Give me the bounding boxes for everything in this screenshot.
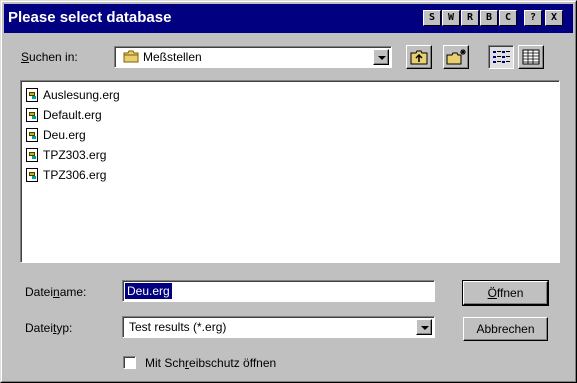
open-file-dialog: Please select database S W R B C ? X Suc… bbox=[0, 0, 577, 383]
w-button[interactable]: W bbox=[442, 10, 460, 26]
readonly-checkbox-label: Mit Schreibschutz öffnen bbox=[145, 356, 277, 370]
file-icon bbox=[26, 168, 38, 182]
title-bar: Please select database S W R B C ? X bbox=[4, 4, 573, 33]
look-in-value: Meßstellen bbox=[143, 50, 202, 64]
look-in-dropdown[interactable]: Meßstellen bbox=[114, 46, 392, 68]
help-button[interactable]: ? bbox=[524, 10, 542, 26]
filename-input[interactable]: Deu.erg bbox=[122, 280, 435, 302]
open-button[interactable]: Öffnen bbox=[462, 280, 549, 306]
cancel-button[interactable]: Abbrechen bbox=[463, 317, 548, 341]
dialog-title: Please select database bbox=[8, 9, 172, 26]
file-icon bbox=[26, 128, 38, 142]
readonly-checkbox[interactable] bbox=[123, 356, 136, 369]
file-icon bbox=[26, 108, 38, 122]
folder-icon bbox=[123, 50, 139, 63]
open-button-label: Öffnen bbox=[487, 286, 524, 300]
file-icon bbox=[26, 148, 38, 162]
up-folder-icon bbox=[410, 50, 428, 65]
filetype-dropdown[interactable]: Test results (*.erg) bbox=[122, 316, 435, 338]
list-view-icon bbox=[493, 51, 510, 63]
b-button[interactable]: B bbox=[480, 10, 498, 26]
c-button[interactable]: C bbox=[499, 10, 517, 26]
filename-value: Deu.erg bbox=[125, 283, 172, 299]
look-in-label: Suchen in: bbox=[21, 50, 78, 64]
look-in-dropdown-arrow[interactable] bbox=[373, 49, 389, 65]
r-button[interactable]: R bbox=[461, 10, 479, 26]
file-list[interactable]: Auslesung.erg Default.erg Deu.erg TPZ303… bbox=[20, 80, 560, 263]
filetype-label: Dateityp: bbox=[25, 321, 73, 335]
close-button[interactable]: X bbox=[545, 10, 563, 26]
filename-label: Dateiname: bbox=[25, 285, 87, 299]
file-icon bbox=[26, 88, 38, 102]
details-view-button[interactable] bbox=[518, 45, 544, 69]
up-one-level-button[interactable] bbox=[406, 45, 432, 69]
new-folder-button[interactable] bbox=[443, 45, 469, 69]
s-button[interactable]: S bbox=[423, 10, 441, 26]
filetype-dropdown-arrow[interactable] bbox=[416, 319, 432, 335]
new-folder-icon bbox=[446, 49, 466, 65]
filetype-value: Test results (*.erg) bbox=[129, 320, 227, 334]
details-view-icon bbox=[522, 49, 540, 65]
list-view-button[interactable] bbox=[488, 45, 514, 69]
